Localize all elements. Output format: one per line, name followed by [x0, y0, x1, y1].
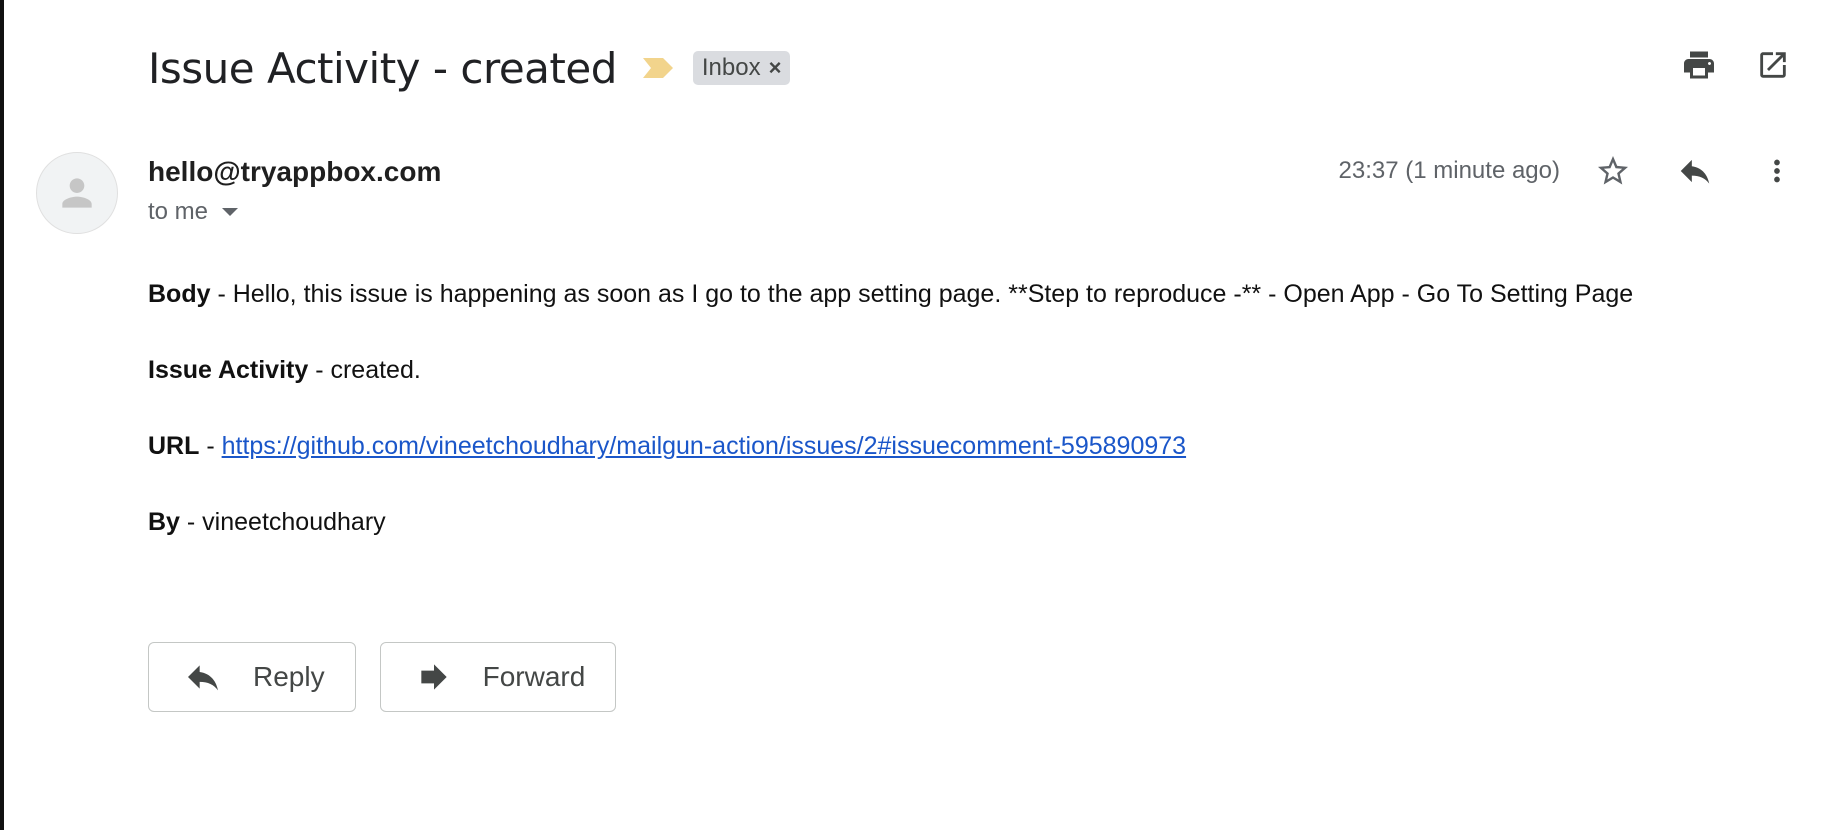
activity-field-value: - created.	[308, 356, 421, 384]
url-line: URL - https://github.com/vineetchoudhary…	[148, 428, 1633, 464]
reply-quick-button[interactable]	[1676, 152, 1714, 190]
reply-button[interactable]: Reply	[148, 642, 356, 712]
sender-address[interactable]: hello@tryappbox.com	[148, 156, 441, 188]
by-field-label: By	[148, 508, 180, 536]
by-field-value: - vineetchoudhary	[179, 508, 386, 536]
inbox-label-chip: Inbox ×	[692, 51, 791, 85]
message-actions: Reply Forward	[148, 642, 617, 712]
person-icon	[62, 178, 92, 208]
body-line: Body - Hello, this issue is happening as…	[148, 276, 1633, 312]
reply-icon	[183, 657, 223, 697]
remove-label-button[interactable]: ×	[769, 55, 782, 81]
subject-row: Issue Activity - created Inbox ×	[148, 38, 791, 98]
issue-link[interactable]: https://github.com/vineetchoudhary/mailg…	[222, 432, 1186, 460]
thread-actions	[1680, 46, 1792, 84]
message-meta: 23:37 (1 minute ago)	[1339, 152, 1796, 190]
sender-avatar[interactable]	[36, 152, 118, 234]
open-in-new-window-icon	[1760, 52, 1786, 78]
url-separator: -	[199, 432, 222, 460]
more-vert-icon	[1774, 159, 1780, 183]
star-icon	[1598, 156, 1628, 185]
recipient-text: to me	[148, 198, 209, 225]
body-field-label: Body	[148, 280, 211, 308]
url-field-label: URL	[148, 432, 200, 460]
star-button[interactable]	[1594, 152, 1632, 190]
print-icon	[1684, 51, 1714, 79]
message-timestamp: 23:37 (1 minute ago)	[1338, 157, 1560, 184]
reply-icon	[1680, 159, 1710, 184]
forward-icon	[415, 658, 453, 696]
forward-button-label: Forward	[482, 661, 586, 692]
more-options-button[interactable]	[1758, 152, 1796, 190]
body-field-value: - Hello, this issue is happening as soon…	[210, 280, 1634, 308]
activity-line: Issue Activity - created.	[148, 352, 1633, 388]
email-subject: Issue Activity - created	[148, 43, 617, 93]
print-button[interactable]	[1680, 46, 1718, 84]
window-edge	[0, 0, 4, 830]
activity-field-label: Issue Activity	[148, 356, 309, 384]
importance-marker-icon[interactable]	[641, 56, 675, 80]
message-body: Body - Hello, this issue is happening as…	[148, 276, 1633, 580]
open-in-new-window-button[interactable]	[1754, 46, 1792, 84]
label-text: Inbox	[701, 54, 761, 81]
reply-button-label: Reply	[253, 661, 325, 692]
chevron-down-icon	[222, 208, 239, 216]
recipient-details-toggle[interactable]: to me	[148, 198, 239, 226]
by-line: By - vineetchoudhary	[148, 504, 1633, 540]
forward-button[interactable]: Forward	[379, 642, 617, 712]
